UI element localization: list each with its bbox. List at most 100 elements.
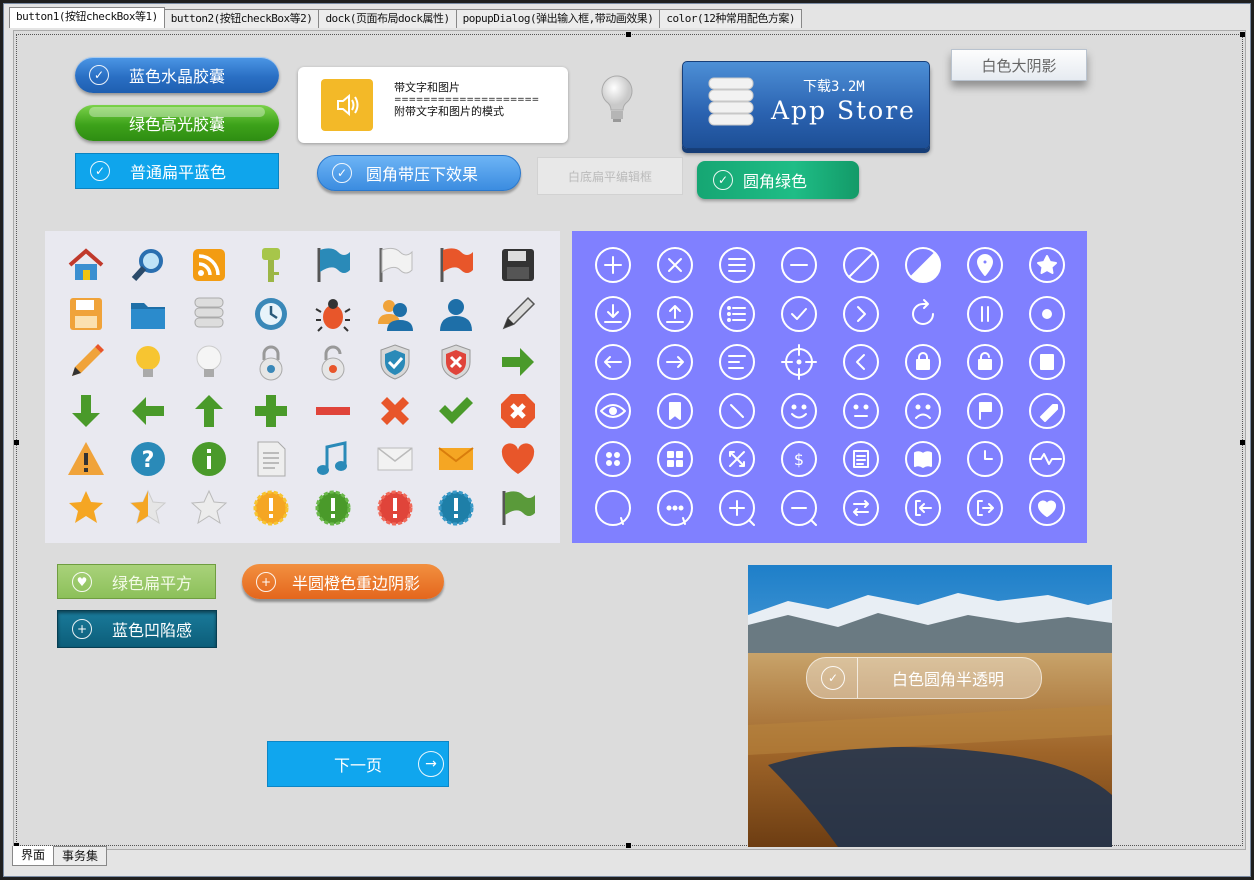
warning-icon[interactable] — [66, 439, 106, 479]
arrow-down-icon[interactable] — [66, 391, 106, 431]
swap-icon[interactable] — [841, 488, 881, 528]
plus-icon[interactable] — [251, 391, 291, 431]
shield-check-icon[interactable] — [375, 342, 415, 382]
lock-circle-icon[interactable] — [903, 342, 943, 382]
badge-green-icon[interactable] — [313, 488, 353, 528]
neutral-icon[interactable] — [841, 391, 881, 431]
arrow-right-icon[interactable] — [498, 342, 538, 382]
bug-icon[interactable] — [313, 294, 353, 334]
stop-x-icon[interactable] — [498, 391, 538, 431]
tab-button1[interactable]: button1(按钮checkBox等1) — [9, 7, 165, 28]
app-store-button[interactable]: 下载3.2M App Store — [682, 61, 930, 149]
chat-dots-icon[interactable] — [655, 488, 695, 528]
clock-icon[interactable] — [251, 294, 291, 334]
heart-circle-icon[interactable] — [1027, 488, 1067, 528]
rss-icon[interactable] — [189, 245, 229, 285]
bookmark-icon[interactable] — [655, 391, 695, 431]
document-icon[interactable] — [251, 439, 291, 479]
zoom-in-icon[interactable] — [717, 488, 757, 528]
star-full-icon[interactable] — [66, 488, 106, 528]
x-circle-icon[interactable] — [655, 245, 695, 285]
dollar-icon[interactable]: $ — [779, 439, 819, 479]
blue-inset-button[interactable]: + 蓝色凹陷感 — [57, 610, 217, 648]
heart-icon[interactable] — [498, 439, 538, 479]
align-left-icon[interactable] — [717, 342, 757, 382]
unlock-icon[interactable] — [313, 342, 353, 382]
expand-icon[interactable] — [717, 439, 757, 479]
check-icon[interactable] — [436, 391, 476, 431]
resize-handle[interactable] — [1240, 32, 1245, 37]
white-shadow-button[interactable]: 白色大阴影 — [951, 49, 1087, 81]
flat-blue-button[interactable]: ✓ 普通扁平蓝色 — [75, 153, 279, 189]
next-page-button[interactable]: 下一页 → — [267, 741, 449, 787]
card-circle-icon[interactable] — [1027, 342, 1067, 382]
upload-icon[interactable] — [655, 294, 695, 334]
smile-icon[interactable] — [779, 391, 819, 431]
flag-circle-icon[interactable] — [965, 391, 1005, 431]
shield-x-icon[interactable] — [436, 342, 476, 382]
tab-dock[interactable]: dock(页面布局dock属性) — [318, 9, 457, 28]
tag-icon[interactable] — [1027, 391, 1067, 431]
minus-icon[interactable] — [313, 391, 353, 431]
tab-color[interactable]: color(12种常用配色方案) — [659, 9, 802, 28]
database-icon[interactable] — [189, 294, 229, 334]
list-icon[interactable] — [717, 294, 757, 334]
slash-circle-icon[interactable] — [841, 245, 881, 285]
orange-pill-button[interactable]: + 半圆橙色重边阴影 — [242, 564, 444, 599]
tab-popup-dialog[interactable]: popupDialog(弹出输入框,带动画效果) — [455, 9, 661, 28]
chevron-right-circle-icon[interactable] — [841, 294, 881, 334]
flag-white-icon[interactable] — [375, 245, 415, 285]
x-icon[interactable] — [375, 391, 415, 431]
pulse-icon[interactable] — [1027, 439, 1067, 479]
pencil-circle-icon[interactable] — [717, 391, 757, 431]
press-effect-button[interactable]: ✓ 圆角带压下效果 — [317, 155, 521, 191]
badge-blue-icon[interactable] — [436, 488, 476, 528]
chevron-left-circle-icon[interactable] — [841, 342, 881, 382]
pencil-icon[interactable] — [66, 342, 106, 382]
logout-icon[interactable] — [965, 488, 1005, 528]
key-icon[interactable] — [251, 245, 291, 285]
tab-interface[interactable]: 界面 — [12, 846, 55, 866]
lock-icon[interactable] — [251, 342, 291, 382]
badge-yellow-icon[interactable] — [251, 488, 291, 528]
arrow-up-icon[interactable] — [189, 391, 229, 431]
record-icon[interactable] — [1027, 294, 1067, 334]
info-icon[interactable] — [189, 439, 229, 479]
resize-handle[interactable] — [1240, 440, 1245, 445]
clock-circle-icon[interactable] — [965, 439, 1005, 479]
flag-blue-icon[interactable] — [313, 245, 353, 285]
bulb-off-icon[interactable] — [189, 342, 229, 382]
login-icon[interactable] — [903, 488, 943, 528]
grid-icon[interactable] — [655, 439, 695, 479]
book-icon[interactable] — [903, 439, 943, 479]
contrast-icon[interactable] — [903, 245, 943, 285]
arrow-right-circle-icon[interactable] — [655, 342, 695, 382]
badge-red-icon[interactable] — [375, 488, 415, 528]
crosshair-icon[interactable] — [779, 342, 819, 382]
refresh-icon[interactable] — [903, 294, 943, 334]
sad-icon[interactable] — [903, 391, 943, 431]
arrow-left-circle-icon[interactable] — [593, 342, 633, 382]
green-glow-button[interactable]: 绿色高光胶囊 — [75, 105, 279, 141]
floppy-orange-icon[interactable] — [66, 294, 106, 334]
white-flat-edit-box[interactable]: 白底扁平编辑框 — [537, 157, 683, 195]
home-icon[interactable] — [66, 245, 106, 285]
green-flat-button[interactable]: ♥ 绿色扁平方 — [57, 564, 216, 599]
text-image-card[interactable]: 带文字和图片 ==================== 附带文字和图片的模式 — [298, 67, 568, 143]
grid-dots-icon[interactable] — [593, 439, 633, 479]
folder-icon[interactable] — [128, 294, 168, 334]
resize-handle[interactable] — [626, 32, 631, 37]
bulb-on-icon[interactable] — [128, 342, 168, 382]
arrow-left-icon[interactable] — [128, 391, 168, 431]
check-circle-icon[interactable] — [779, 294, 819, 334]
lightbulb-icon[interactable] — [597, 73, 637, 125]
resize-handle[interactable] — [14, 440, 19, 445]
mail-icon[interactable] — [375, 439, 415, 479]
chat-icon[interactable] — [593, 488, 633, 528]
pen-icon[interactable] — [498, 294, 538, 334]
help-icon[interactable]: ? — [128, 439, 168, 479]
floppy-black-icon[interactable] — [498, 245, 538, 285]
tab-transactions[interactable]: 事务集 — [53, 846, 108, 866]
flag-green-icon[interactable] — [498, 488, 538, 528]
users-icon[interactable] — [375, 294, 415, 334]
